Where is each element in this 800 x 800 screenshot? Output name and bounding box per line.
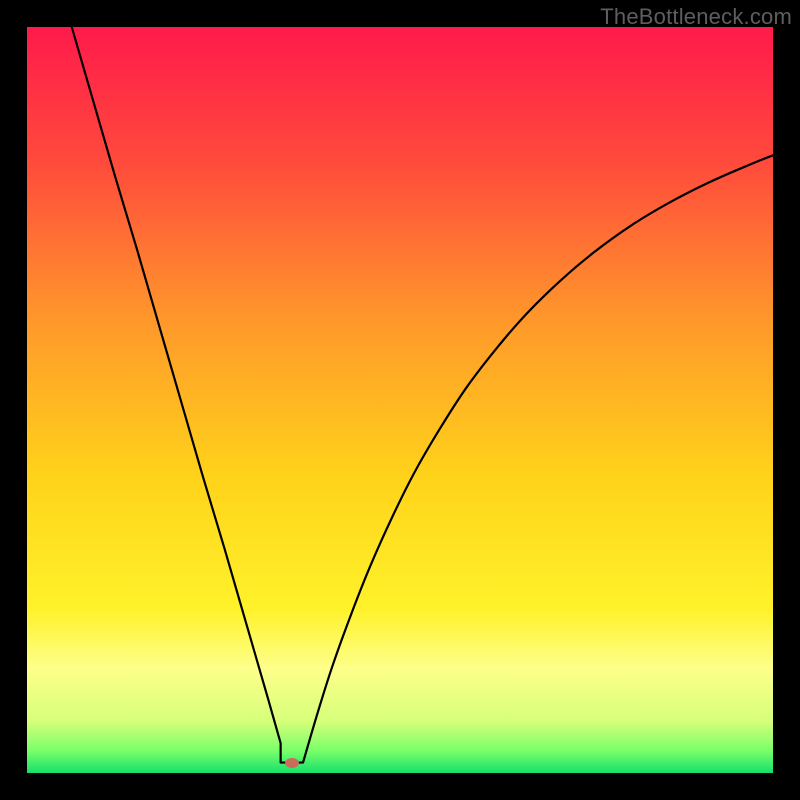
bottleneck-curve [27, 27, 773, 773]
chart-frame: TheBottleneck.com [0, 0, 800, 800]
plot-area [27, 27, 773, 773]
